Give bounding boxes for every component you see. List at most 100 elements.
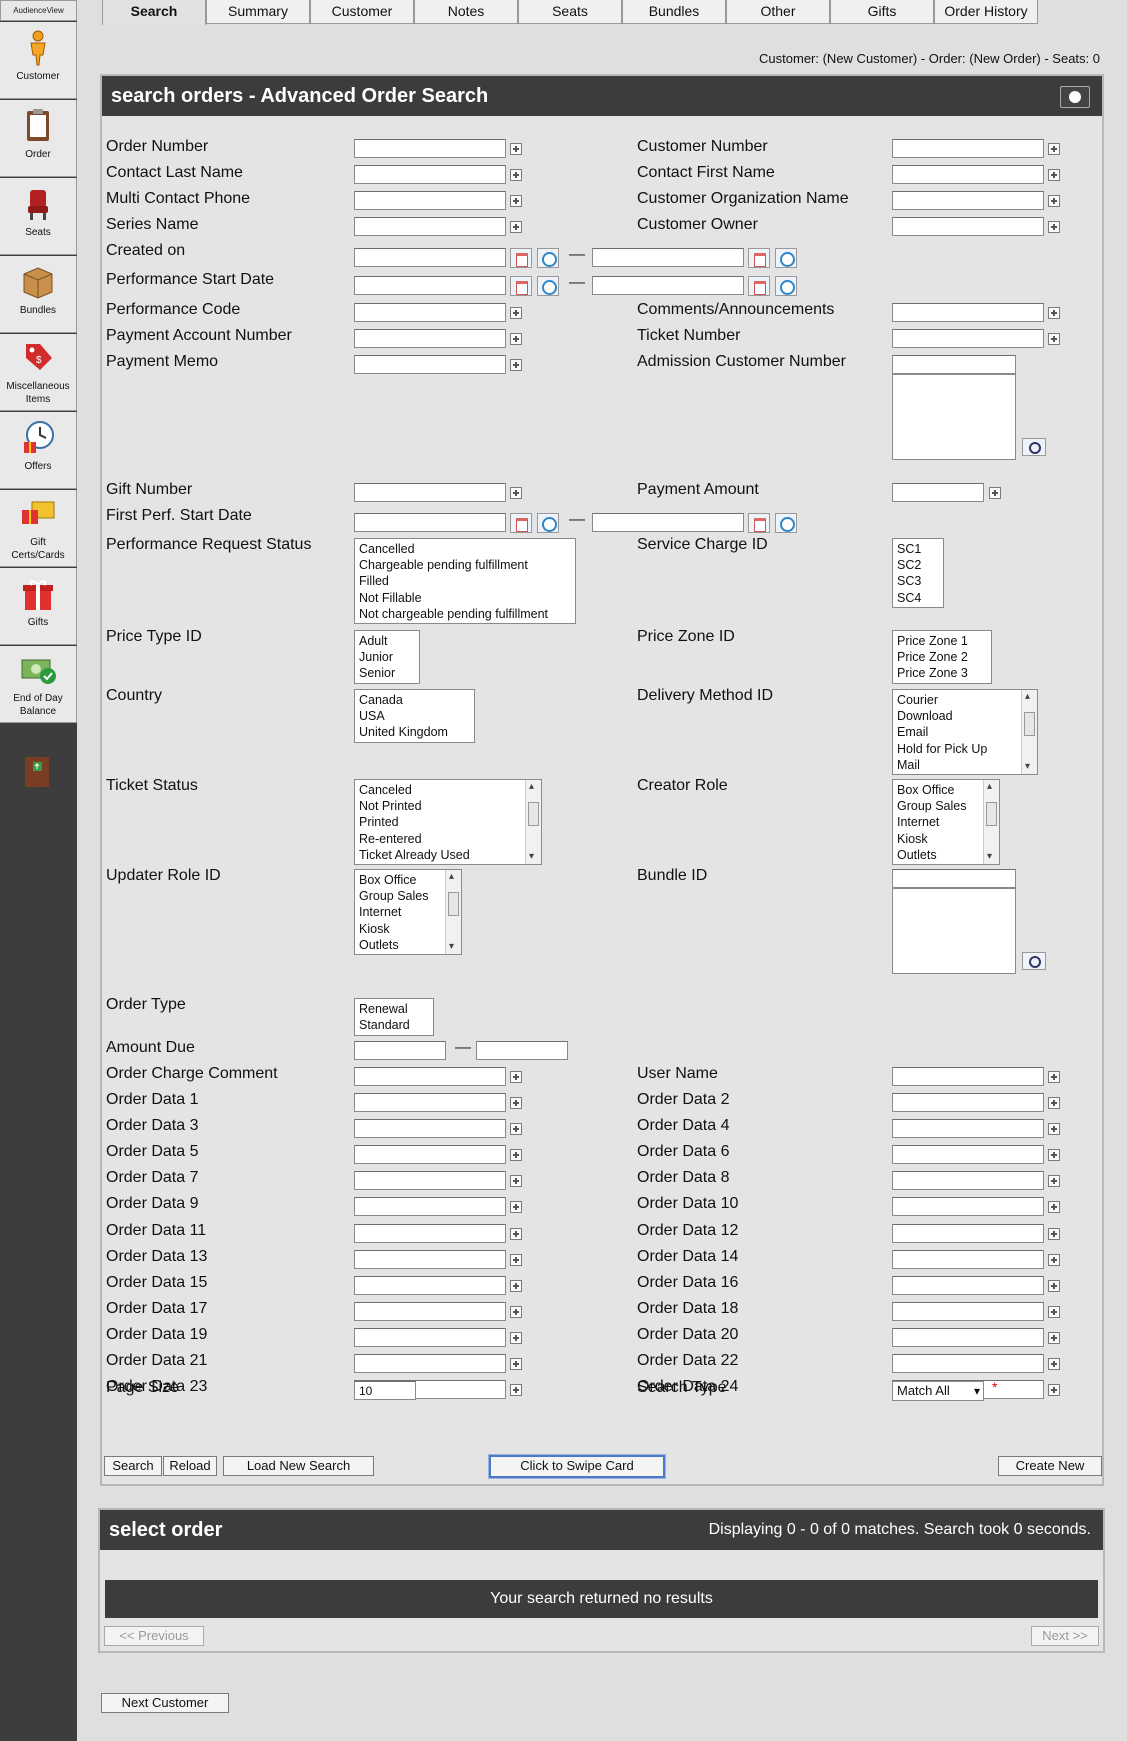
add-criteria-icon[interactable]: [1048, 333, 1060, 345]
list-option[interactable]: Kiosk: [359, 921, 457, 937]
updater-role-id-list[interactable]: Box Office Group Sales Internet Kiosk Ou…: [354, 869, 462, 955]
add-criteria-icon[interactable]: [1048, 1253, 1060, 1266]
search-lookup-icon[interactable]: [1022, 438, 1046, 456]
list-option[interactable]: Chargeable pending fulfillment: [359, 557, 571, 573]
list-option[interactable]: Box Office: [359, 872, 457, 888]
add-criteria-icon[interactable]: [1048, 1149, 1060, 1162]
add-criteria-icon[interactable]: [510, 1305, 522, 1318]
next-customer-button[interactable]: Next Customer: [101, 1693, 229, 1713]
list-option[interactable]: Mail: [897, 757, 1033, 773]
search-button[interactable]: Search: [104, 1456, 162, 1476]
list-option[interactable]: Courier: [897, 692, 1033, 708]
add-criteria-icon[interactable]: [1048, 307, 1060, 319]
create-new-button[interactable]: Create New: [998, 1456, 1102, 1476]
creator-role-list[interactable]: Box Office Group Sales Internet Kiosk Ou…: [892, 779, 1000, 865]
contact-last-name-field[interactable]: [354, 165, 506, 184]
order-data-field[interactable]: [892, 1301, 1044, 1321]
page-size-field[interactable]: [354, 1381, 416, 1400]
list-option[interactable]: Adult: [359, 633, 415, 649]
add-criteria-icon[interactable]: [1048, 221, 1060, 233]
perf-request-status-list[interactable]: Cancelled Chargeable pending fulfillment…: [354, 538, 576, 624]
add-criteria-icon[interactable]: [1048, 143, 1060, 155]
nav-end-of-day[interactable]: End of Day Balance: [0, 646, 77, 723]
list-option[interactable]: USA: [359, 708, 470, 724]
ticket-number-field[interactable]: [892, 329, 1044, 348]
order-data-field[interactable]: [354, 1249, 506, 1269]
add-criteria-icon[interactable]: [510, 359, 522, 371]
contact-first-name-field[interactable]: [892, 165, 1044, 184]
collapse-icon[interactable]: [1060, 86, 1090, 108]
add-criteria-icon[interactable]: [1048, 1097, 1060, 1109]
gift-number-field[interactable]: [354, 483, 506, 502]
list-option[interactable]: SC4: [897, 590, 939, 606]
nav-misc-items[interactable]: $ Miscellaneous Items: [0, 334, 77, 411]
list-option[interactable]: Price Zone 3: [897, 665, 987, 681]
list-option[interactable]: Canada: [359, 692, 470, 708]
load-new-search-button[interactable]: Load New Search: [223, 1456, 374, 1476]
customer-owner-field[interactable]: [892, 217, 1044, 236]
add-criteria-icon[interactable]: [510, 333, 522, 345]
performance-code-field[interactable]: [354, 303, 506, 322]
amount-due-from-field[interactable]: [354, 1041, 446, 1060]
tab-other[interactable]: Other: [726, 0, 830, 24]
country-list[interactable]: Canada USA United Kingdom: [354, 689, 475, 743]
add-criteria-icon[interactable]: [510, 1123, 522, 1136]
scrollbar[interactable]: [1021, 690, 1037, 774]
order-number-field[interactable]: [354, 139, 506, 158]
order-charge-comment-field[interactable]: [354, 1067, 506, 1086]
order-data-field[interactable]: [354, 1171, 506, 1191]
tab-seats[interactable]: Seats: [518, 0, 622, 24]
list-option[interactable]: Re-entered: [359, 831, 537, 847]
clock-icon[interactable]: [775, 276, 797, 296]
customer-org-name-field[interactable]: [892, 191, 1044, 210]
calendar-icon[interactable]: [510, 513, 532, 533]
created-on-from-field[interactable]: [354, 248, 506, 267]
add-criteria-icon[interactable]: [1048, 1279, 1060, 1292]
add-criteria-icon[interactable]: [510, 1358, 522, 1370]
add-criteria-icon[interactable]: [510, 195, 522, 207]
next-button[interactable]: Next >>: [1031, 1626, 1099, 1646]
nav-customer[interactable]: Customer: [0, 22, 77, 99]
calendar-icon[interactable]: [748, 248, 770, 268]
order-data-field[interactable]: [892, 1223, 1044, 1243]
add-criteria-icon[interactable]: [1048, 195, 1060, 207]
add-criteria-icon[interactable]: [1048, 1331, 1060, 1344]
add-criteria-icon[interactable]: [1048, 169, 1060, 181]
calendar-icon[interactable]: [748, 276, 770, 296]
calendar-icon[interactable]: [748, 513, 770, 533]
add-criteria-icon[interactable]: [1048, 1175, 1060, 1188]
tab-notes[interactable]: Notes: [414, 0, 518, 24]
add-criteria-icon[interactable]: [1048, 1201, 1060, 1214]
order-data-field[interactable]: [892, 1327, 1044, 1347]
tab-customer[interactable]: Customer: [310, 0, 414, 24]
add-criteria-icon[interactable]: [1048, 1358, 1060, 1370]
clock-icon[interactable]: [537, 513, 559, 533]
perf-start-from-field[interactable]: [354, 276, 506, 295]
tab-order-history[interactable]: Order History: [934, 0, 1038, 24]
series-name-field[interactable]: [354, 217, 506, 236]
order-data-field[interactable]: [892, 1145, 1044, 1165]
add-criteria-icon[interactable]: [989, 487, 1001, 499]
nav-gift-certs[interactable]: Gift Certs/Cards: [0, 490, 77, 567]
delivery-method-id-list[interactable]: Courier Download Email Hold for Pick Up …: [892, 689, 1038, 775]
comments-field[interactable]: [892, 303, 1044, 322]
calendar-icon[interactable]: [510, 276, 532, 296]
order-data-field[interactable]: [892, 1197, 1044, 1217]
add-criteria-icon[interactable]: [510, 1253, 522, 1266]
scrollbar[interactable]: [445, 870, 461, 954]
list-option[interactable]: Renewal: [359, 1001, 429, 1017]
add-criteria-icon[interactable]: [1048, 1384, 1060, 1397]
add-criteria-icon[interactable]: [510, 1175, 522, 1188]
list-option[interactable]: Not Printed: [359, 798, 537, 814]
add-criteria-icon[interactable]: [510, 1149, 522, 1162]
add-criteria-icon[interactable]: [510, 1279, 522, 1292]
created-on-to-field[interactable]: [592, 248, 744, 267]
tab-search[interactable]: Search: [102, 0, 206, 25]
add-criteria-icon[interactable]: [510, 1227, 522, 1240]
nav-gifts[interactable]: Gifts: [0, 568, 77, 645]
order-data-field[interactable]: [892, 1119, 1044, 1139]
payment-amount-field[interactable]: [892, 483, 984, 502]
add-criteria-icon[interactable]: [510, 169, 522, 181]
order-data-field[interactable]: [354, 1354, 506, 1373]
list-option[interactable]: SC1: [897, 541, 939, 557]
